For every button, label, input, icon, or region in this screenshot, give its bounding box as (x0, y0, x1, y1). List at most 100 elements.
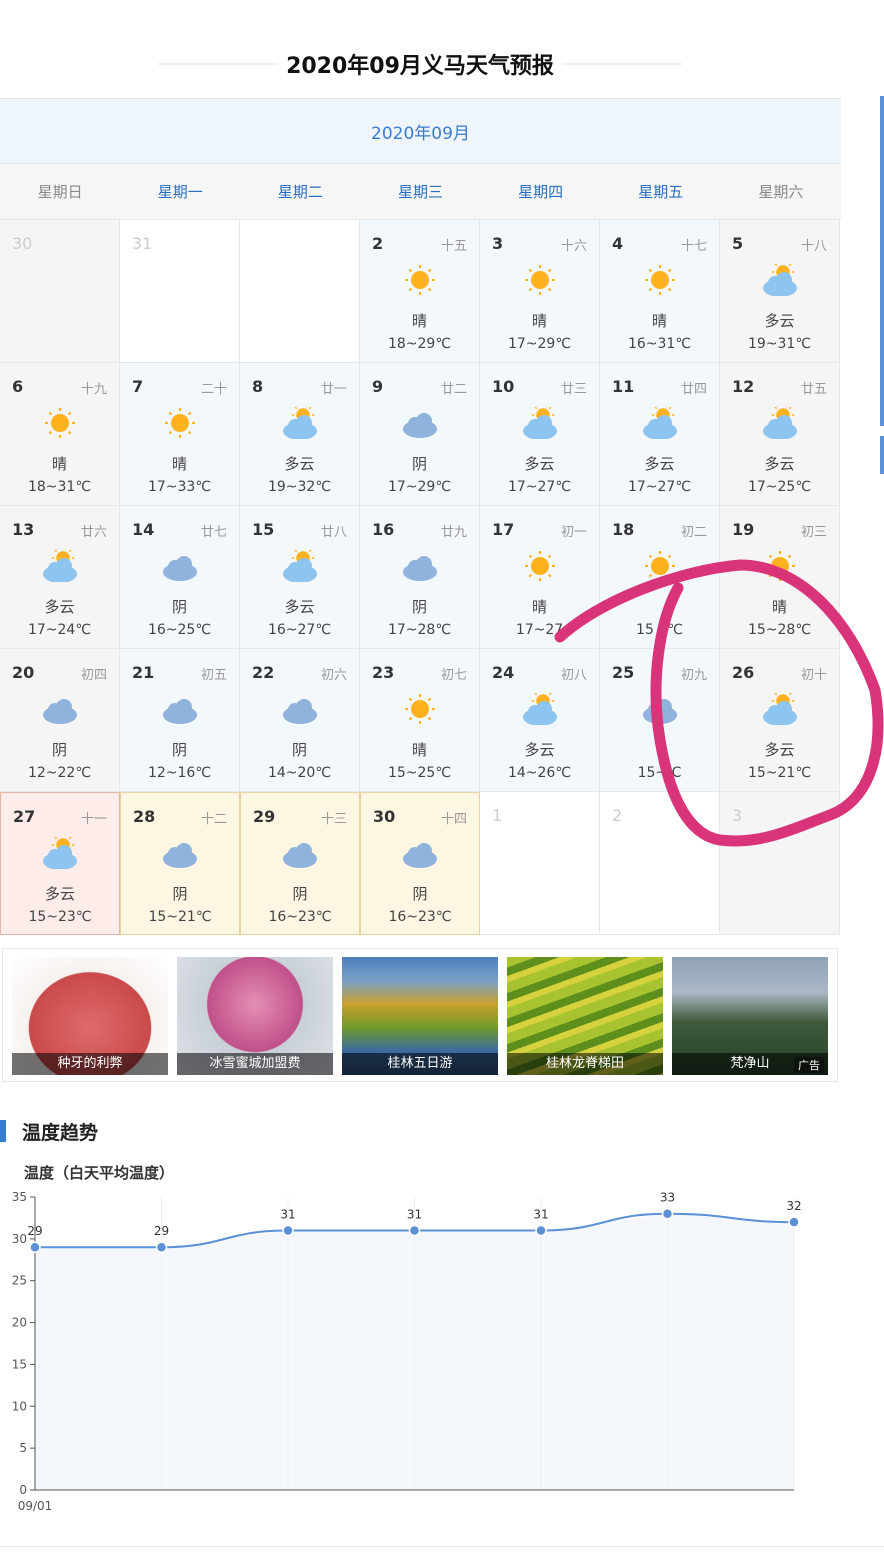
calendar-day-cell[interactable]: 22 初六阴 14~20℃ (240, 649, 360, 792)
weather-condition: 多云 (284, 598, 315, 616)
ad-card[interactable]: 桂林五日游 (342, 957, 498, 1075)
ad-card[interactable]: 种牙的利弊 (12, 957, 168, 1075)
day-number: 8 (252, 377, 264, 396)
calendar-day-cell[interactable]: 13 廿六 多云 17~24℃ (0, 506, 120, 649)
partly-cloudy-icon (282, 407, 317, 439)
weather-calendar: 2020年09月 星期日 星期一 星期二 星期三 星期四 星期五 星期六 30 3… (0, 98, 841, 935)
day-number: 30 (373, 807, 396, 826)
lunar-date: 十四 (440, 812, 467, 827)
day-number: 20 (12, 663, 35, 682)
sunny-icon (524, 265, 555, 295)
y-tick-label: 30 (12, 1232, 27, 1246)
weather-condition: 晴 (171, 455, 187, 473)
weather-condition: 阴 (411, 598, 427, 616)
ad-card[interactable]: 梵净山 广告 (672, 957, 828, 1075)
weather-condition: 多云 (644, 455, 675, 473)
lunar-date: 十六 (560, 239, 587, 254)
calendar-day-cell[interactable]: 24 初八 多云 14~26℃ (480, 649, 600, 792)
y-tick-label: 15 (12, 1357, 27, 1371)
calendar-day-cell[interactable]: 30 (0, 220, 120, 363)
calendar-day-cell[interactable]: 23 初七晴 15~25℃ (360, 649, 480, 792)
temperature-range: 17~27℃ (507, 479, 572, 495)
lunar-date: 初八 (560, 668, 587, 683)
lunar-date: 十九 (80, 382, 107, 397)
calendar-day-cell[interactable]: 16 廿九阴 17~28℃ (360, 506, 480, 649)
lunar-date: 十二 (200, 812, 227, 827)
weather-condition: 晴 (531, 598, 547, 616)
calendar-day-cell[interactable]: 2 (600, 792, 720, 935)
lunar-date: 初三 (800, 525, 827, 540)
calendar-day-cell[interactable]: 9 廿二阴 17~29℃ (360, 363, 480, 506)
calendar-day-cell[interactable]: 25 初九 15~ C (600, 649, 720, 792)
calendar-day-cell[interactable]: 5 十八 多云 19~31℃ (720, 220, 840, 363)
calendar-day-cell[interactable]: 18 初二 15 0℃ (600, 506, 720, 649)
day-number: 18 (612, 520, 635, 539)
lunar-date: 初十 (800, 668, 827, 683)
calendar-day-cell[interactable]: 11 廿四 多云 17~27℃ (600, 363, 720, 506)
weekday-label: 星期一 (157, 183, 203, 201)
day-number: 14 (132, 520, 155, 539)
cloudy-icon (402, 413, 437, 438)
partly-cloudy-icon (762, 264, 797, 296)
calendar-day-cell[interactable]: 12 廿五 多云 17~25℃ (720, 363, 840, 506)
temperature-range: 16~23℃ (268, 909, 332, 925)
ad-badge[interactable]: 广告 (794, 1057, 824, 1073)
day-number: 3 (732, 806, 743, 825)
weather-condition: 晴 (531, 312, 547, 330)
temperature-trend-chart: 0 5 10 15 20 25 30 35 09/01 29 29 31 31 31 33 32 (12, 1190, 802, 1513)
weather-condition: 多云 (524, 741, 555, 759)
lunar-date: 廿四 (680, 382, 707, 397)
scroll-indicator-2[interactable] (880, 436, 884, 474)
day-number: 12 (732, 377, 755, 396)
weather-condition: 阴 (51, 741, 67, 759)
partly-cloudy-icon (522, 693, 557, 725)
data-label: 33 (660, 1191, 675, 1205)
calendar-day-cell[interactable]: 26 初十 多云 15~21℃ (720, 649, 840, 792)
calendar-day-cell[interactable]: 28 十二阴 15~21℃ (120, 792, 240, 935)
cloudy-icon (162, 556, 197, 581)
lunar-date: 初二 (680, 525, 707, 540)
lunar-date: 初一 (560, 525, 587, 540)
temperature-range: 17~25℃ (747, 479, 812, 495)
day-number: 13 (12, 520, 35, 539)
cloudy-icon (642, 699, 677, 724)
day-number: 11 (612, 377, 635, 396)
temperature-range: 16~27℃ (267, 622, 332, 638)
calendar-day-cell[interactable]: 21 初五阴 12~16℃ (120, 649, 240, 792)
calendar-day-cell[interactable]: 1 (480, 792, 600, 935)
temperature-range: 14~20℃ (267, 765, 332, 781)
lunar-date: 廿八 (320, 525, 347, 540)
calendar-day-cell[interactable]: 6 十九晴 18~31℃ (0, 363, 120, 506)
day-number: 7 (132, 377, 144, 396)
weekday-label: 星期四 (518, 183, 564, 201)
weather-condition: 多云 (284, 455, 315, 473)
calendar-day-cell[interactable]: 7 二十晴 17~33℃ (120, 363, 240, 506)
day-number: 9 (372, 377, 384, 396)
ad-card[interactable]: 桂林龙脊梯田 (507, 957, 663, 1075)
temperature-range: 15~23℃ (28, 909, 92, 925)
lunar-date: 廿二 (440, 382, 467, 397)
ad-card[interactable]: 冰雪蜜城加盟费 (177, 957, 333, 1075)
calendar-day-cell[interactable]: 8 廿一 多云 19~32℃ (240, 363, 360, 506)
calendar-day-cell[interactable]: 2 十五晴 18~29℃ (360, 220, 480, 363)
calendar-day-cell[interactable]: 31 (120, 220, 240, 363)
calendar-day-cell[interactable]: 10 廿三 多云 17~27℃ (480, 363, 600, 506)
calendar-day-cell[interactable]: 17 初一晴 17~27 (480, 506, 600, 649)
scroll-indicator[interactable] (880, 96, 884, 426)
calendar-day-cell[interactable]: 15 廿八 多云 16~27℃ (240, 506, 360, 649)
calendar-day-cell[interactable]: 30 十四阴 16~23℃ (360, 792, 480, 935)
data-label: 29 (154, 1224, 169, 1238)
calendar-day-cell[interactable]: 4 十七晴 16~31℃ (600, 220, 720, 363)
day-number: 2 (612, 806, 623, 825)
calendar-day-cell[interactable]: 29 十三阴 16~23℃ (240, 792, 360, 935)
temperature-range: 16~23℃ (388, 909, 452, 925)
day-number: 26 (732, 663, 755, 682)
calendar-day-cell[interactable]: 19 初三晴 15~28℃ (720, 506, 840, 649)
calendar-day-cell[interactable]: 14 廿七阴 16~25℃ (120, 506, 240, 649)
calendar-day-cell[interactable]: 3 十六晴 17~29℃ (480, 220, 600, 363)
calendar-day-cell[interactable]: 27 十一 多云 15~23℃ (0, 792, 120, 935)
lunar-date: 初九 (680, 668, 707, 683)
calendar-day-cell[interactable]: 20 初四阴 12~22℃ (0, 649, 120, 792)
cloudy-icon (402, 556, 437, 581)
calendar-day-cell[interactable]: 3 (720, 792, 840, 935)
